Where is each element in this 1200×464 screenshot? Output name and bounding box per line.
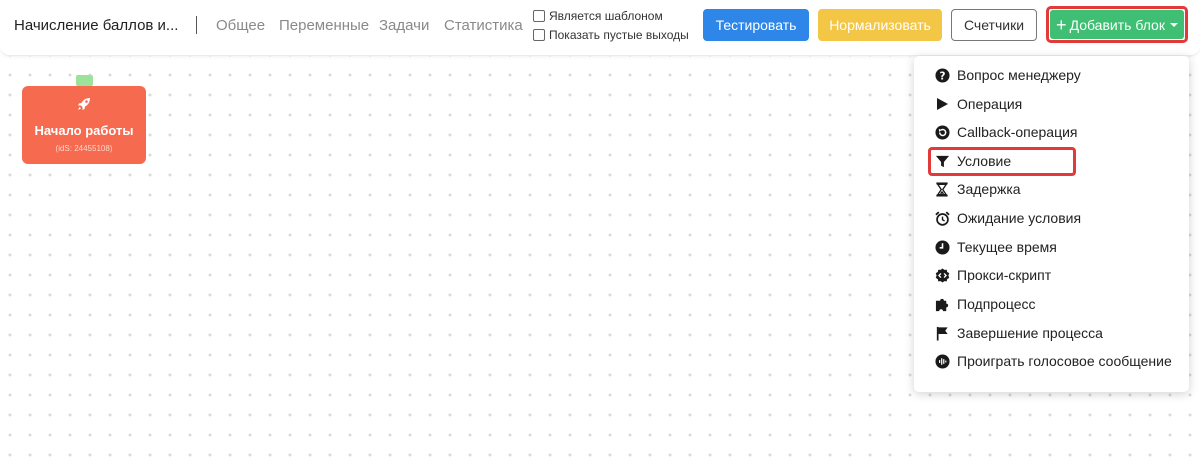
question-circle-icon: ? (934, 67, 950, 83)
menu-item-label: Подпроцесс (957, 296, 1036, 312)
checkbox-box[interactable] (533, 29, 545, 41)
undo-circle-icon (934, 124, 950, 140)
nav-general[interactable]: Общее (216, 17, 265, 34)
menu-item-wait-condition[interactable]: Ожидание условия (934, 207, 1081, 229)
rocket-icon (76, 96, 92, 117)
menu-item-label: Ожидание условия (957, 210, 1082, 226)
start-node[interactable]: Начало работы (idS: 24455108) (22, 86, 146, 164)
menu-item-label: Задержка (957, 181, 1021, 197)
is-template-label: Является шаблоном (549, 9, 663, 23)
menu-item-play-voice-message[interactable]: Проиграть голосовое сообщение (934, 350, 1172, 372)
menu-item-callback-operation[interactable]: Callback-операция (934, 121, 1078, 143)
puzzle-icon (934, 296, 950, 312)
chevron-down-icon (1169, 22, 1178, 27)
menu-item-subprocess[interactable]: Подпроцесс (934, 293, 1036, 315)
top-toolbar: Начисление баллов и... Общее Переменные … (0, 0, 1200, 56)
menu-item-label: Проиграть голосовое сообщение (957, 353, 1172, 369)
clock-icon (934, 239, 950, 255)
menu-item-process-end[interactable]: Завершение процесса (934, 322, 1103, 344)
add-block-button[interactable]: + Добавить блок (1050, 10, 1184, 39)
menu-item-label: Callback-операция (957, 124, 1078, 140)
nav-variables[interactable]: Переменные (279, 17, 369, 34)
menu-item-current-time[interactable]: Текущее время (934, 236, 1057, 258)
voice-message-icon (934, 353, 950, 369)
nav-tasks[interactable]: Задачи (379, 17, 429, 34)
nav-statistics[interactable]: Статистика (444, 17, 523, 34)
add-block-dropdown: ? Вопрос менеджеру Операция Callback-опе… (914, 56, 1189, 392)
menu-item-proxy-script[interactable]: Прокси-скрипт (934, 264, 1051, 286)
start-node-id: (idS: 24455108) (55, 144, 113, 153)
show-empty-outputs-checkbox[interactable]: Показать пустые выходы (533, 28, 689, 42)
menu-item-label: Операция (957, 96, 1023, 112)
hourglass-icon (934, 181, 950, 197)
start-node-output-port[interactable] (76, 75, 93, 86)
is-template-checkbox[interactable]: Является шаблоном (533, 9, 663, 23)
start-node-title: Начало работы (34, 123, 134, 138)
menu-item-label: Прокси-скрипт (957, 267, 1052, 283)
page-title: Начисление баллов и... (14, 17, 179, 34)
add-block-label: Добавить блок (1069, 16, 1165, 33)
play-icon (934, 96, 950, 112)
normalize-button[interactable]: Нормализовать (818, 9, 942, 41)
menu-item-operation[interactable]: Операция (934, 93, 1022, 115)
menu-item-label: Текущее время (957, 239, 1057, 255)
menu-item-manager-question[interactable]: ? Вопрос менеджеру (934, 64, 1081, 86)
menu-item-label: Завершение процесса (957, 325, 1103, 341)
alarm-clock-icon (934, 210, 950, 226)
plus-icon: + (1056, 14, 1067, 35)
condition-item-highlight (928, 147, 1076, 176)
svg-text:?: ? (939, 70, 945, 82)
show-empty-outputs-label: Показать пустые выходы (549, 28, 689, 42)
code-badge-icon (934, 267, 950, 283)
counters-button[interactable]: Счетчики (951, 9, 1037, 41)
checkbox-box[interactable] (533, 10, 545, 22)
flag-icon (934, 325, 950, 341)
test-button[interactable]: Тестировать (703, 9, 809, 41)
title-divider (196, 16, 197, 34)
menu-item-delay[interactable]: Задержка (934, 178, 1021, 200)
menu-item-label: Вопрос менеджеру (957, 67, 1081, 83)
